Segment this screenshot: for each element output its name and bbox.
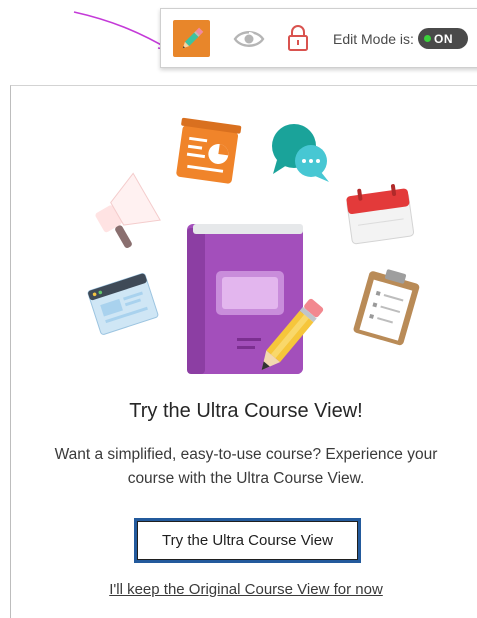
- chat-bubbles-icon: [272, 124, 329, 182]
- eye-icon: [233, 31, 265, 47]
- edit-pencil-button[interactable]: [173, 20, 210, 57]
- browser-window-icon: [87, 273, 159, 335]
- edit-mode-toolbar: Edit Mode is: ON: [160, 8, 477, 68]
- student-preview-button[interactable]: [233, 25, 265, 53]
- edit-mode-toggle[interactable]: ON: [418, 28, 468, 49]
- promo-headline: Try the Ultra Course View!: [129, 400, 363, 422]
- lock-button[interactable]: [285, 23, 311, 53]
- lock-icon: [288, 25, 308, 51]
- pencil-icon: [182, 27, 203, 48]
- toggle-status-dot: [424, 35, 431, 42]
- promo-description: Want a simplified, easy-to-use course? E…: [54, 446, 438, 487]
- try-ultra-course-view-button[interactable]: Try the Ultra Course View: [134, 518, 361, 563]
- megaphone-icon: [95, 172, 161, 248]
- ultra-course-view-promo: Try the Ultra Course View! Want a simpli…: [10, 85, 477, 618]
- promo-illustration: [87, 117, 420, 374]
- try-ultra-button-label: Try the Ultra Course View: [162, 532, 333, 549]
- clipboard-icon: [353, 269, 420, 346]
- calendar-icon: [346, 184, 415, 245]
- presentation-icon: [176, 117, 242, 184]
- edit-mode-label: Edit Mode is:: [333, 31, 414, 47]
- edit-mode-state: ON: [434, 31, 453, 46]
- keep-original-view-link[interactable]: I'll keep the Original Course View for n…: [11, 581, 477, 598]
